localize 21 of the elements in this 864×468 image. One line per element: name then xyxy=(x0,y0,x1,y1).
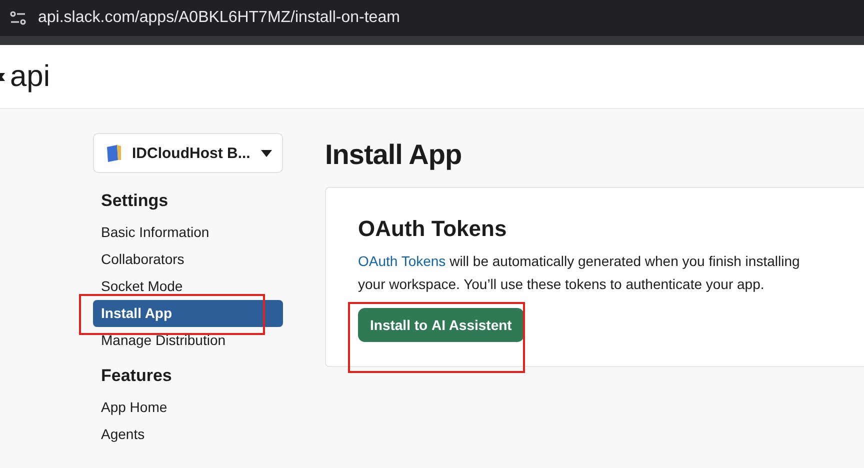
sidebar-item[interactable]: Manage Distribution xyxy=(93,327,283,354)
caret-icon xyxy=(261,150,272,156)
oauth-tokens-link[interactable]: OAuth Tokens xyxy=(358,253,446,269)
site-settings-icon[interactable] xyxy=(10,11,26,25)
section-heading: Settings xyxy=(100,190,170,212)
sidebar-item[interactable]: Socket Mode xyxy=(93,273,283,300)
sidebar-item[interactable]: Agents xyxy=(93,421,283,448)
sidebar-item[interactable]: Collaborators xyxy=(93,246,283,273)
url-text[interactable]: api.slack.com/apps/A0BKL6HT7MZ/install-on-team xyxy=(38,9,400,27)
sidebar-item[interactable]: Install App xyxy=(93,300,283,327)
workspace-dropdown[interactable]: IDCloudHost B... xyxy=(93,133,283,173)
card-title: OAuth Tokens xyxy=(358,216,508,242)
description-line: your workspace. You’ll use these tokens to authenticate your app. xyxy=(358,275,766,294)
sidebar-item[interactable]: Basic Information xyxy=(93,219,283,246)
sidebar-item[interactable]: App Home xyxy=(93,394,283,421)
logo-text[interactable]: api xyxy=(10,60,50,94)
install-button[interactable]: Install to AI Assistent xyxy=(358,308,524,342)
page-title: Install App xyxy=(325,139,463,171)
description-line: OAuth Tokens will be automatically generated when you finish installing xyxy=(358,252,801,271)
section-heading: Features xyxy=(100,365,173,387)
book-icon xyxy=(104,143,124,163)
